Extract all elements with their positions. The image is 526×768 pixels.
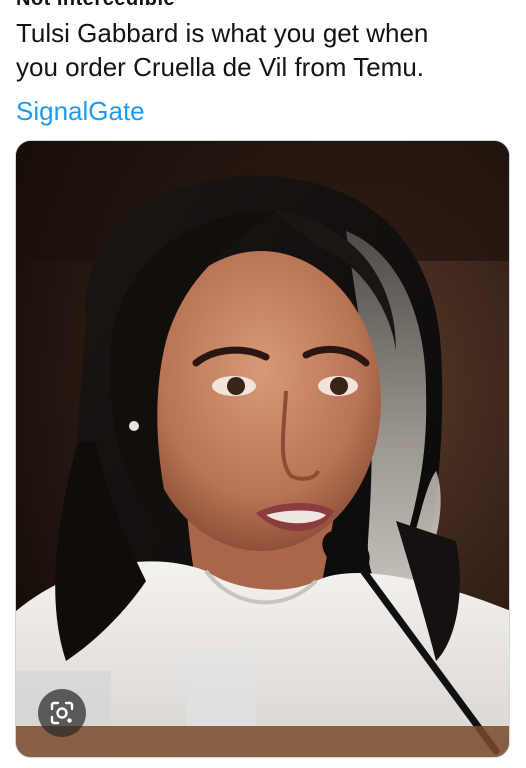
hashtag-link[interactable]: SignalGate (16, 94, 145, 128)
tweet-text: Tulsi Gabbard is what you get when you o… (16, 16, 510, 84)
portrait-photo (16, 141, 509, 757)
author-name-partial: Not Intercedible (16, 0, 175, 11)
tweet-text-line-2: you order Cruella de Vil from Temu. (16, 52, 425, 82)
tweet-photo[interactable] (15, 140, 510, 758)
visual-search-button[interactable] (38, 689, 86, 737)
visual-search-icon (50, 701, 74, 725)
tweet-text-line-1: Tulsi Gabbard is what you get when (16, 18, 429, 48)
